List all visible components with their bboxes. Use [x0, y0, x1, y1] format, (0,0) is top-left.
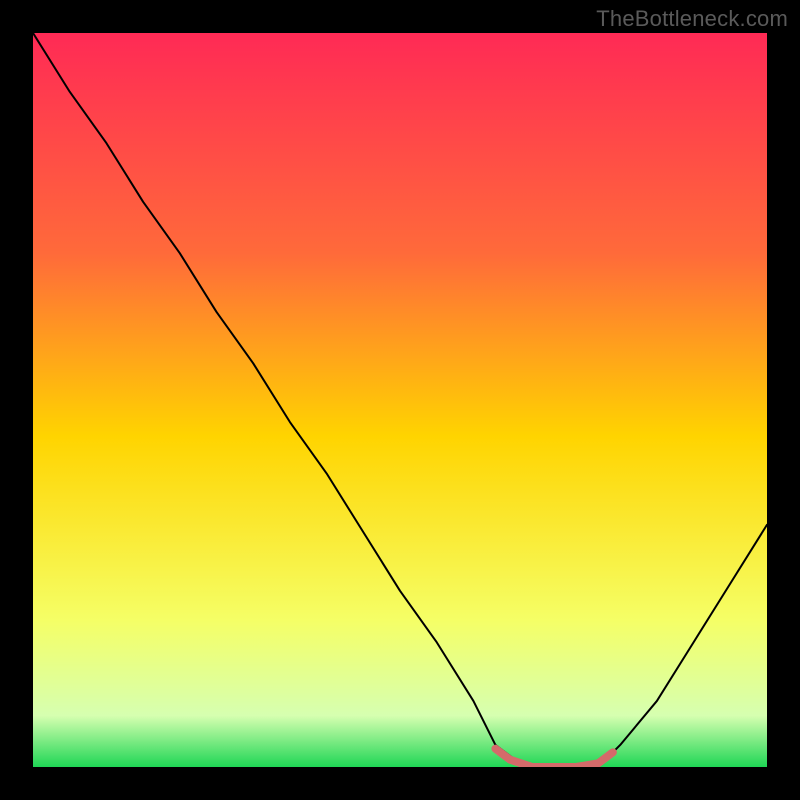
- chart-plot: [33, 33, 767, 767]
- chart-background: [33, 33, 767, 767]
- chart-svg: [33, 33, 767, 767]
- watermark-label: TheBottleneck.com: [596, 6, 788, 32]
- root-frame: TheBottleneck.com: [0, 0, 800, 800]
